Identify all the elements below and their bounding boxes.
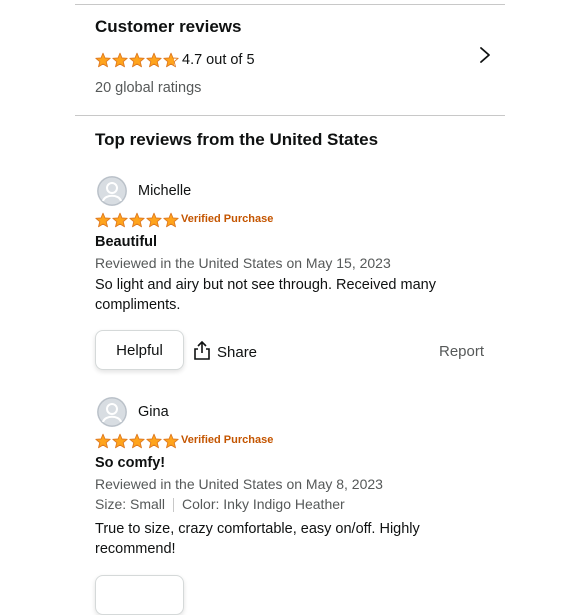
review-variant: Size: Small Color: Inky Indigo Heather (95, 496, 345, 513)
star-icon (95, 433, 111, 449)
top-divider (75, 4, 505, 5)
variant-color: Color: Inky Indigo Heather (182, 496, 345, 512)
star-icon (163, 52, 179, 68)
star-icon (146, 52, 162, 68)
star-icon (112, 433, 128, 449)
review-date: Reviewed in the United States on May 15,… (95, 255, 391, 271)
verified-purchase-badge: Verified Purchase (181, 434, 274, 446)
review-star-rating (95, 433, 179, 449)
star-icon (146, 433, 162, 449)
reviewer-name[interactable]: Gina (138, 404, 169, 420)
star-icon (163, 433, 179, 449)
star-icon (112, 52, 128, 68)
star-icon (95, 52, 111, 68)
variant-separator (173, 498, 175, 513)
avatar-icon (97, 176, 127, 206)
review-body: True to size, crazy comfortable, easy on… (95, 521, 420, 557)
reviewer-name[interactable]: Michelle (138, 183, 191, 199)
star-icon (112, 212, 128, 228)
global-ratings-count[interactable]: 20 global ratings (95, 80, 201, 96)
star-icon (129, 212, 145, 228)
share-icon (193, 340, 211, 364)
report-link[interactable]: Report (439, 343, 484, 360)
star-icon (146, 212, 162, 228)
review-title: So comfy! (95, 455, 166, 471)
avatar-icon (97, 397, 127, 427)
top-reviews-heading: Top reviews from the United States (95, 130, 379, 149)
rating-text: 4.7 out of 5 (182, 52, 255, 68)
verified-purchase-badge: Verified Purchase (181, 213, 274, 225)
chevron-right-icon[interactable] (478, 46, 494, 64)
review-date: Reviewed in the United States on May 8, … (95, 476, 383, 492)
review-star-rating (95, 212, 179, 228)
customer-reviews-title: Customer reviews (95, 17, 242, 36)
share-label: Share (217, 343, 258, 361)
share-button[interactable]: Share (193, 340, 257, 364)
helpful-button[interactable] (95, 575, 184, 615)
review-title: Beautiful (95, 234, 158, 250)
star-icon (129, 52, 145, 68)
star-icon (95, 212, 111, 228)
section-divider (75, 115, 505, 116)
helpful-button[interactable]: Helpful (95, 330, 184, 370)
variant-size: Size: Small (95, 496, 166, 512)
star-icon (163, 212, 179, 228)
summary-star-rating (95, 52, 179, 68)
review-body: So light and airy but not see through. R… (95, 277, 436, 313)
star-icon (129, 433, 145, 449)
